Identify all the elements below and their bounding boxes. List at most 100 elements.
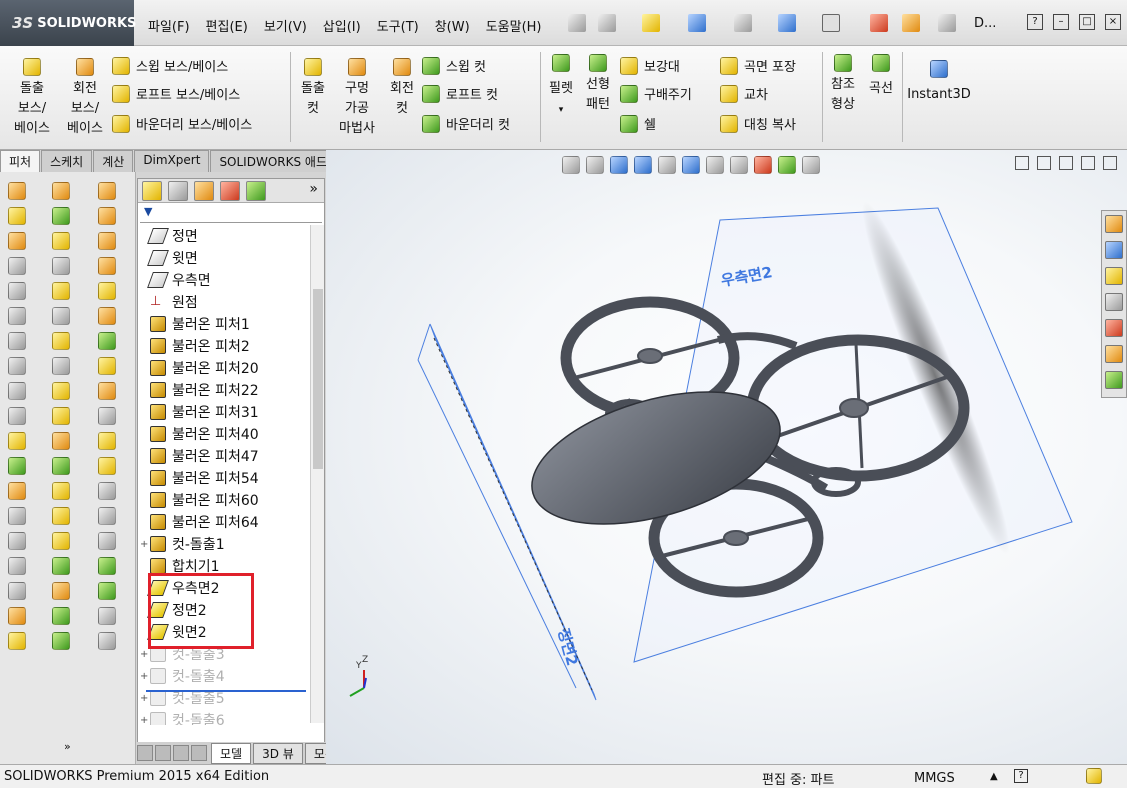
projected-curve-icon[interactable]	[98, 632, 116, 650]
appearances-icon[interactable]	[1105, 319, 1123, 337]
file-properties-icon[interactable]	[902, 14, 920, 32]
tree-item[interactable]: + 컷-돌출6	[138, 709, 310, 725]
instant3d-button[interactable]: Instant3D	[906, 60, 972, 105]
restore-icon[interactable]: □	[1079, 14, 1095, 30]
tree-item[interactable]: 불러온 피처47	[138, 445, 310, 467]
dome-tool-icon[interactable]	[98, 207, 116, 225]
hole-tool-icon[interactable]	[98, 332, 116, 350]
revolve-boss-button[interactable]: 회전 보스/ 베이스	[62, 58, 108, 139]
sweep-boss-button[interactable]: 스윕 보스/베이스	[112, 56, 228, 75]
expand-toggle-icon[interactable]: +	[140, 649, 150, 660]
wrap-button[interactable]: 곡면 포장	[720, 56, 796, 75]
expand-toggle-icon[interactable]: +	[140, 671, 150, 682]
point-tool-icon[interactable]	[52, 407, 70, 425]
tree-item[interactable]: 불러온 피처64	[138, 511, 310, 533]
combine-tool-icon[interactable]	[8, 557, 26, 575]
tree-scrollbar[interactable]	[310, 225, 324, 723]
tree-item[interactable]: + 컷-돌출4	[138, 665, 310, 687]
circle-tool-icon[interactable]	[52, 232, 70, 250]
section-view-tool-icon[interactable]	[8, 607, 26, 625]
split-tool-icon[interactable]	[8, 482, 26, 500]
tab-evaluate[interactable]: 계산	[93, 150, 134, 172]
intersect-button[interactable]: 교차	[720, 84, 768, 103]
design-library-icon[interactable]	[1105, 241, 1123, 259]
rib-button[interactable]: 보강대	[620, 56, 680, 75]
extrude-cut-button[interactable]: 돌출 컷	[294, 58, 332, 119]
mounting-boss-icon[interactable]	[98, 457, 116, 475]
minimize-icon[interactable]: –	[1053, 14, 1069, 30]
view-palette-icon[interactable]	[1105, 293, 1123, 311]
tree-item[interactable]: 불러온 피처22	[138, 379, 310, 401]
vent-tool-icon[interactable]	[98, 407, 116, 425]
boundary-cut-button[interactable]: 바운더리 컷	[422, 114, 510, 133]
feature-tree-tab-icon[interactable]	[142, 180, 162, 201]
tree-item[interactable]: 우측면	[138, 269, 310, 291]
rollback-bar[interactable]	[146, 690, 306, 692]
measure-tool-icon[interactable]	[8, 632, 26, 650]
fillet-dropdown-icon[interactable]: ▾	[559, 105, 564, 115]
units-dropdown-icon[interactable]: ▲	[990, 771, 998, 782]
tab-nav-first-icon[interactable]	[137, 745, 153, 761]
tab-nav-next-icon[interactable]	[173, 745, 189, 761]
thicken-tool-icon[interactable]	[8, 307, 26, 325]
delete-body-tool-icon[interactable]	[8, 582, 26, 600]
slot-tool-icon[interactable]	[52, 382, 70, 400]
relations-tool-icon[interactable]	[52, 582, 70, 600]
fastening-feature-icon[interactable]	[98, 382, 116, 400]
more-tabs-chevron-icon[interactable]: »	[309, 181, 318, 201]
shell-tool-icon[interactable]	[98, 307, 116, 325]
open-folder-icon[interactable]	[642, 14, 660, 32]
expand-toggle-icon[interactable]: +	[140, 693, 150, 704]
draft-tool-icon[interactable]	[98, 257, 116, 275]
menu-edit[interactable]: 편집(E)	[198, 14, 256, 37]
tree-item[interactable]: ⊥ 원점	[138, 291, 310, 313]
revolve-cut-button[interactable]: 회전 컷	[384, 58, 420, 119]
expand-toolbar-icon[interactable]: »	[64, 740, 71, 753]
tree-filter[interactable]: ▼	[140, 205, 322, 223]
property-manager-tab-icon[interactable]	[168, 180, 188, 201]
menu-tools[interactable]: 도구(T)	[369, 14, 427, 37]
display-manager-tab-icon[interactable]	[246, 180, 266, 201]
scale-tool-icon[interactable]	[8, 532, 26, 550]
fillet-button[interactable]: 필렛 ▾	[544, 54, 578, 120]
loft-tool-icon[interactable]	[8, 257, 26, 275]
help-icon[interactable]: ?	[1014, 769, 1028, 783]
tree-item[interactable]: 불러온 피처54	[138, 467, 310, 489]
smart-dimension-icon[interactable]	[52, 557, 70, 575]
tree-item[interactable]: 불러온 피처40	[138, 423, 310, 445]
menu-window[interactable]: 창(W)	[427, 14, 478, 37]
freeform-tool-icon[interactable]	[8, 332, 26, 350]
solidworks-resources-icon[interactable]	[1105, 215, 1123, 233]
indent-tool-icon[interactable]	[8, 407, 26, 425]
graphics-area[interactable]: 우측면2 정면2 Y Z	[326, 150, 1127, 764]
arc-tool-icon[interactable]	[52, 257, 70, 275]
file-explorer-icon[interactable]	[1105, 267, 1123, 285]
menu-file[interactable]: 파일(F)	[140, 14, 198, 37]
flex-tool-icon[interactable]	[8, 357, 26, 375]
line-tool-icon[interactable]	[52, 207, 70, 225]
configuration-manager-tab-icon[interactable]	[194, 180, 214, 201]
snap-groove-icon[interactable]	[98, 507, 116, 525]
select-pointer-icon[interactable]	[822, 14, 840, 32]
custom-properties-icon[interactable]	[1105, 345, 1123, 363]
scrollbar-thumb[interactable]	[313, 289, 323, 469]
split-line-icon[interactable]	[98, 607, 116, 625]
menu-insert[interactable]: 삽입(I)	[315, 14, 369, 37]
chamfer-tool-icon[interactable]	[8, 457, 26, 475]
tab-dimxpert[interactable]: DimXpert	[134, 150, 210, 172]
tab-sketch[interactable]: 스케치	[41, 150, 93, 172]
tree-item[interactable]: 불러온 피처2	[138, 335, 310, 357]
tab-nav-last-icon[interactable]	[191, 745, 207, 761]
cosmetic-thread-icon[interactable]	[98, 357, 116, 375]
pin-icon[interactable]	[568, 14, 586, 32]
undo-icon[interactable]	[778, 14, 796, 32]
menu-help[interactable]: 도움말(H)	[478, 14, 550, 37]
rib-tool-icon[interactable]	[98, 282, 116, 300]
reference-geometry-button[interactable]: 참조 형상	[826, 54, 860, 115]
wrap-tool-icon[interactable]	[98, 232, 116, 250]
lip-groove-icon[interactable]	[98, 432, 116, 450]
help-question-icon[interactable]: ?	[1027, 14, 1043, 30]
extrude-boss-button[interactable]: 돌출 보스/ 베이스	[10, 58, 54, 139]
trim-tool-icon[interactable]	[52, 457, 70, 475]
offset-tool-icon[interactable]	[52, 507, 70, 525]
